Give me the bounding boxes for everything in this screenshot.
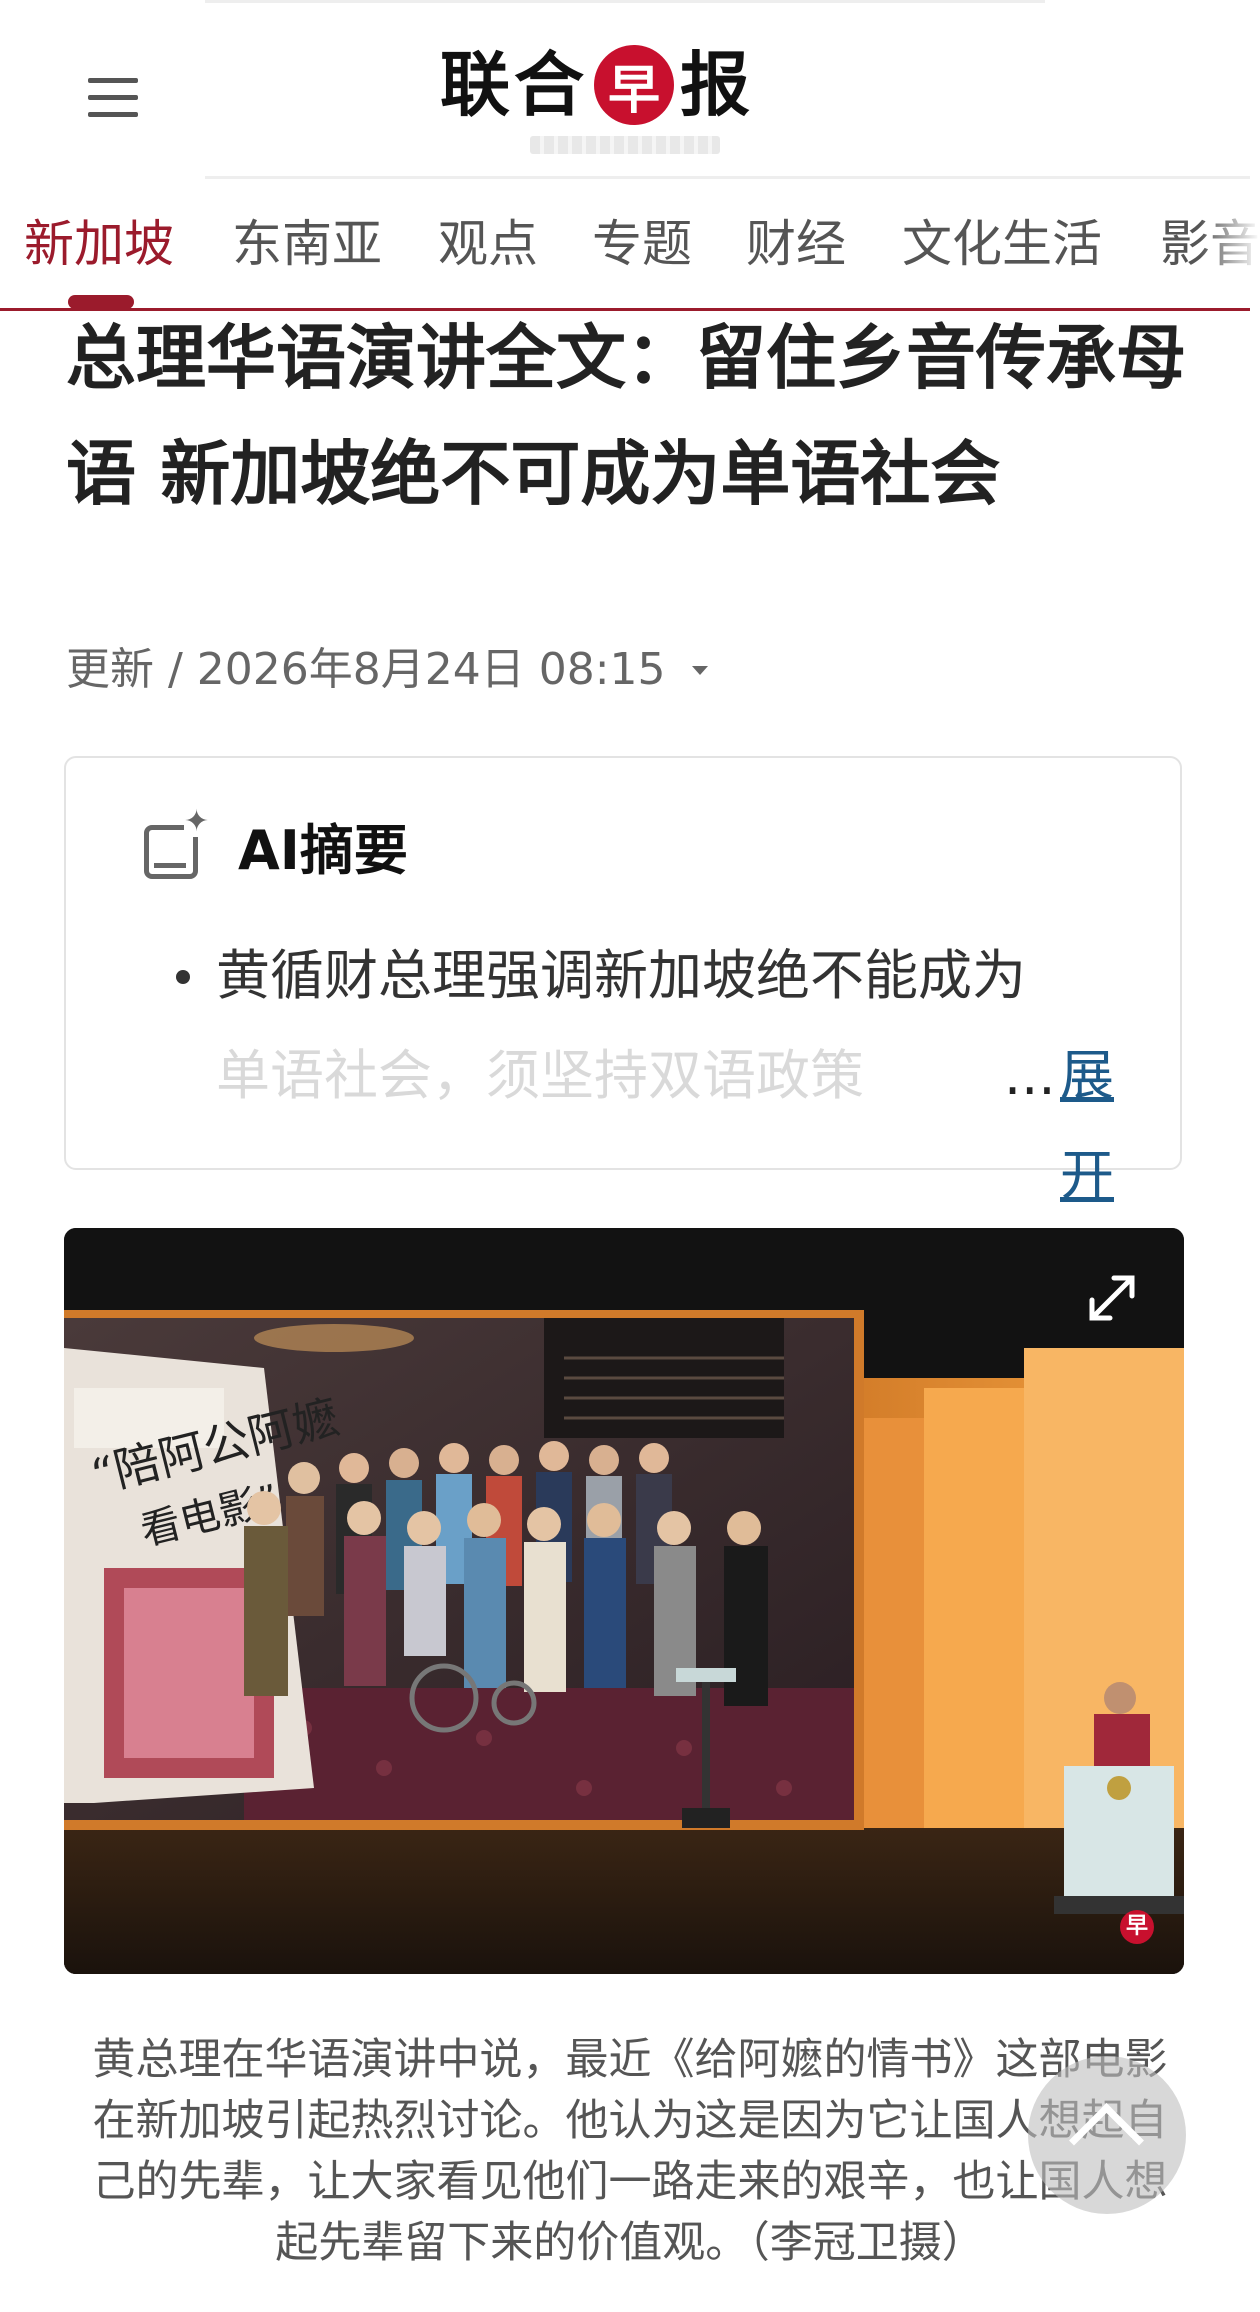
- tab-opinion[interactable]: 观点: [438, 214, 538, 274]
- article-photo[interactable]: “陪阿公阿嬷 看电影”: [64, 1228, 1184, 1974]
- hamburger-menu-icon[interactable]: [88, 78, 138, 118]
- photo-illustration: “陪阿公阿嬷 看电影”: [64, 1228, 1184, 1974]
- logo-subtitle: [530, 136, 720, 154]
- site-logo[interactable]: 联合 早 报: [440, 40, 754, 130]
- caret-down-icon[interactable]: [691, 665, 708, 675]
- tab-finance[interactable]: 财经: [746, 214, 846, 274]
- tab-culture-life[interactable]: 文化生活: [902, 214, 1102, 274]
- fullscreen-icon[interactable]: [1084, 1270, 1140, 1326]
- logo-badge-zao: 早: [594, 45, 674, 125]
- logo-text-bao: 报: [680, 43, 754, 126]
- ai-summary-ellipsis: ...: [1004, 1044, 1056, 1107]
- header-bottom-divider: [205, 176, 1250, 179]
- section-nav: 新加坡 东南亚 观点 专题 财经 文化生活 影音: [0, 182, 1260, 312]
- scroll-to-top-button[interactable]: [1028, 2056, 1186, 2214]
- article-title: 总理华语演讲全文：留住乡音传承母语 新加坡绝不可成为单语社会: [66, 317, 1186, 515]
- ai-summary-label: AI摘要: [238, 819, 408, 882]
- ai-summary-line-2: 单语社会，须坚持双语政策: [216, 1044, 864, 1107]
- top-header: 联合 早 报: [0, 0, 1260, 180]
- header-top-divider: [205, 0, 1045, 3]
- update-timestamp: 更新 / 2026年8月24日 08:15: [66, 644, 666, 695]
- tab-southeast-asia[interactable]: 东南亚: [232, 214, 382, 274]
- ai-summary-line-1: 黄循财总理强调新加坡绝不能成为: [216, 944, 1026, 1007]
- tab-singapore[interactable]: 新加坡: [24, 214, 174, 274]
- bullet-icon: [176, 970, 190, 984]
- expand-link[interactable]: 展开: [1060, 1026, 1136, 1226]
- logo-text-lianhe: 联合: [440, 43, 588, 126]
- photo-watermark-badge: 早: [1120, 1910, 1154, 1944]
- tab-special-topics[interactable]: 专题: [592, 214, 692, 274]
- ai-summary-icon: ✦: [142, 806, 210, 879]
- photo-caption: 黄总理在华语演讲中说，最近《给阿嬷的情书》这部电影在新加坡引起热烈讨论。他认为这…: [92, 2035, 1168, 2268]
- nav-fade: [1200, 202, 1260, 302]
- article-meta: 更新 / 2026年8月24日 08:15: [66, 640, 708, 700]
- ai-summary-header: ✦ AI摘要: [142, 806, 408, 885]
- ai-summary-card: ✦ AI摘要 黄循财总理强调新加坡绝不能成为 单语社会，须坚持双语政策 ... …: [64, 756, 1182, 1207]
